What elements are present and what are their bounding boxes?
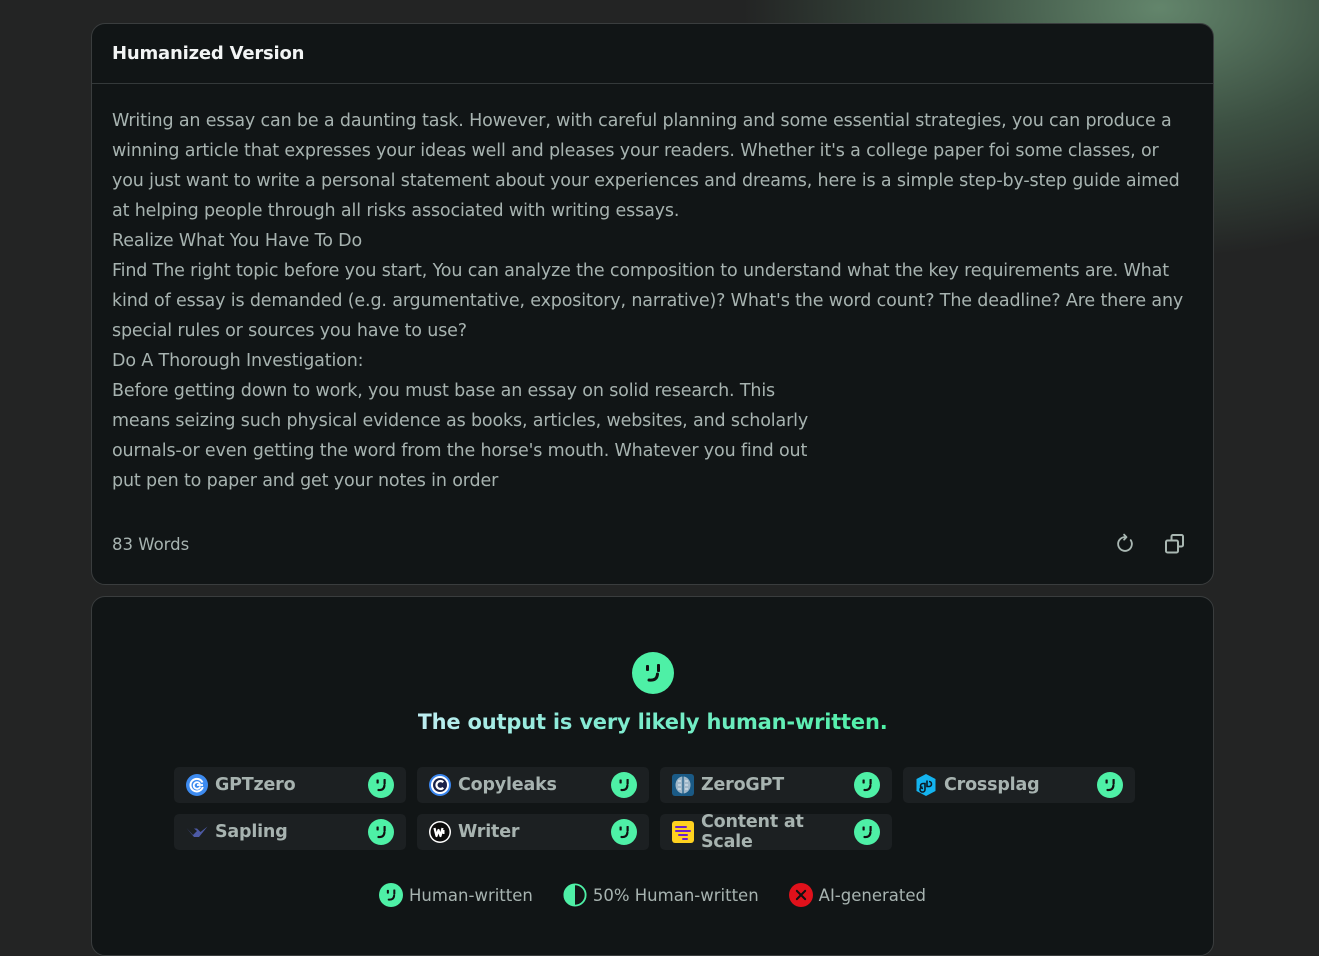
verdict-text: The output is very likely human-written.	[417, 710, 888, 734]
detector-grid: GPTzero Copyleaks ZeroGPT Crossplag Sapl…	[174, 767, 1135, 852]
detector-name: ZeroGPT	[701, 775, 784, 795]
card-header: Humanized Version	[92, 24, 1213, 84]
smiley-face-icon	[368, 772, 394, 798]
detector-name: Copyleaks	[458, 775, 557, 795]
writer-logo	[428, 820, 452, 844]
detector-gptzero: GPTzero	[174, 767, 406, 803]
legend-label: AI-generated	[818, 885, 926, 905]
humanized-version-card: Humanized Version Writing an essay can b…	[91, 23, 1214, 585]
essay-paragraph: Before getting down to work, you must ba…	[112, 381, 809, 491]
half-circle-icon	[563, 883, 587, 907]
essay-heading: Realize What You Have To Do	[112, 231, 363, 251]
detector-crossplag: Crossplag	[903, 767, 1135, 803]
detector-name: Writer	[458, 822, 520, 842]
word-count: 83 Words	[112, 534, 190, 554]
legend-label: 50% Human-written	[592, 885, 759, 905]
detector-content-at-scale: Content at Scale	[660, 812, 892, 852]
content-at-scale-logo	[671, 820, 695, 844]
essay-paragraph: Find The right topic before you start, Y…	[112, 261, 1189, 341]
essay-paragraph: Writing an essay can be a daunting task.…	[112, 111, 1186, 221]
legend-ai-generated: AI-generated	[788, 883, 926, 907]
regenerate-button[interactable]	[1111, 530, 1139, 558]
smiley-face-icon	[1097, 772, 1123, 798]
essay-heading: Do A Thorough Investigation:	[112, 351, 364, 371]
detector-sapling: Sapling	[174, 814, 406, 850]
crossplag-logo	[914, 773, 938, 797]
detector-copyleaks: Copyleaks	[417, 767, 649, 803]
smiley-face-icon	[378, 883, 403, 907]
copy-icon	[1165, 534, 1184, 554]
legend-label: Human-written	[408, 885, 533, 905]
actions	[1111, 530, 1189, 558]
detector-name: GPTzero	[215, 775, 296, 795]
legend: Human-written 50% Human-written AI-gener…	[92, 883, 1213, 907]
legend-human-written: Human-written	[378, 883, 533, 907]
smiley-face-icon	[611, 772, 637, 798]
verdict: The output is very likely human-written.	[92, 652, 1213, 734]
copyleaks-logo	[428, 773, 452, 797]
detector-writer: Writer	[417, 814, 649, 850]
detector-name: Content at Scale	[701, 812, 804, 852]
card-footer: 83 Words	[112, 529, 1193, 559]
sapling-logo	[185, 820, 209, 844]
smiley-face-icon	[854, 772, 880, 798]
humanized-text[interactable]: Writing an essay can be a daunting task.…	[92, 84, 1213, 496]
x-circle-icon	[788, 883, 813, 907]
smiley-face-icon	[368, 819, 394, 845]
smiley-face-icon	[854, 819, 880, 845]
detector-name: Sapling	[215, 822, 288, 842]
refresh-icon	[1117, 533, 1133, 552]
zerogpt-logo	[671, 773, 695, 797]
smiley-face-icon	[611, 819, 637, 845]
copy-button[interactable]	[1161, 530, 1189, 558]
detector-name: Crossplag	[944, 775, 1040, 795]
legend-half-human: 50% Human-written	[563, 883, 759, 907]
gptzero-logo	[185, 773, 209, 797]
smiley-face-icon	[631, 652, 674, 694]
card-title: Humanized Version	[112, 43, 305, 64]
detector-zerogpt: ZeroGPT	[660, 767, 892, 803]
detection-results-card: The output is very likely human-written.…	[91, 596, 1214, 956]
